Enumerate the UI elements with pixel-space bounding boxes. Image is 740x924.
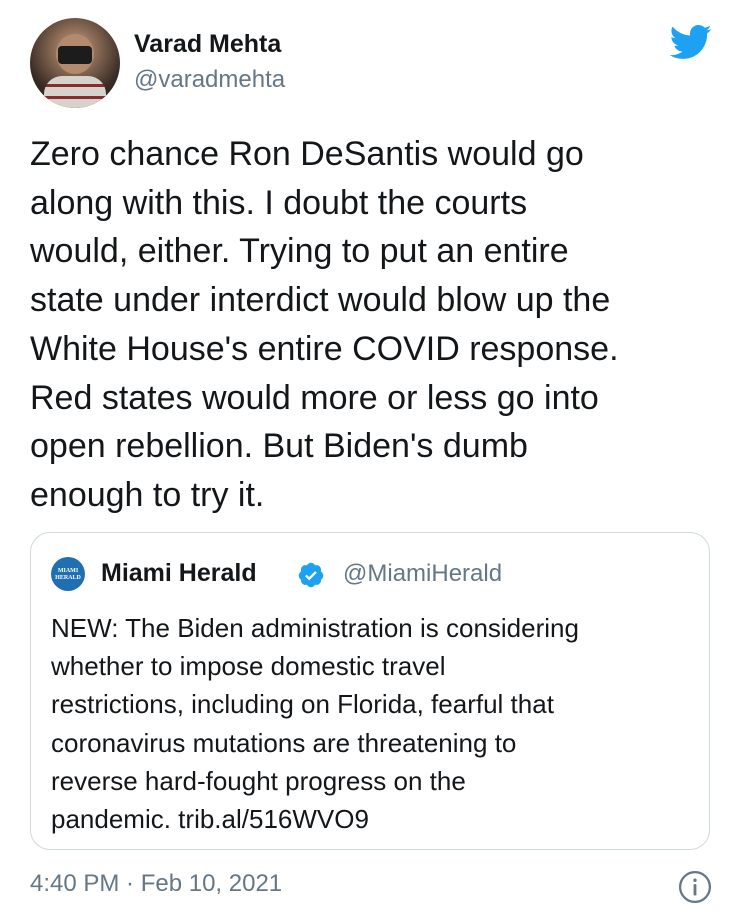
quoted-line: NEW: The Biden administration is conside… — [51, 613, 579, 643]
author-avatar[interactable] — [30, 18, 120, 108]
tweet-timestamp[interactable]: 4:40 PM · Feb 10, 2021 — [30, 870, 282, 898]
tweet-line: White House's entire COVID response. — [30, 329, 619, 368]
quoted-line: whether to impose domestic travel — [51, 651, 446, 682]
author-handle[interactable]: @varadmehta — [134, 66, 285, 94]
quoted-line: restrictions, including on Florida, fear… — [51, 689, 554, 720]
miami-herald-logo[interactable]: MIAMI HERALD — [51, 557, 85, 591]
quoted-author-name[interactable]: Miami Herald — [101, 559, 257, 588]
tweet-line: state under interdict would blow up the — [30, 281, 611, 320]
tweet-line: Red states would more or less go into — [30, 378, 599, 417]
tweet-line: open rebellion. But Biden's dumb — [30, 427, 528, 466]
tweet-line: Zero chance Ron DeSantis would go — [30, 135, 584, 173]
info-icon[interactable] — [678, 870, 712, 904]
quoted-line: reverse hard-fought progress on the — [51, 765, 466, 796]
quoted-line: coronavirus mutations are threatening to — [51, 727, 517, 758]
tweet-text: Zero chance Ron DeSantis would go along … — [30, 130, 720, 520]
quoted-tweet-card[interactable]: MIAMI HERALD Miami Herald @MiamiHerald N… — [30, 532, 710, 850]
tweet-line: along with this. I doubt the courts — [30, 183, 528, 222]
avatar-camera — [58, 46, 92, 64]
quoted-tweet-text: NEW: The Biden administration is conside… — [51, 609, 699, 838]
quoted-line: pandemic. trib.al/516WVO9 — [51, 804, 369, 835]
quoted-author-handle[interactable]: @MiamiHerald — [343, 560, 502, 588]
avatar-shirt — [44, 76, 106, 108]
verified-badge-icon — [298, 562, 324, 588]
tweet-line: would, either. Trying to put an entire — [30, 232, 569, 271]
tweet-line: enough to try it. — [30, 475, 265, 514]
author-display-name[interactable]: Varad Mehta — [134, 30, 281, 59]
twitter-bird-icon[interactable] — [664, 20, 716, 64]
